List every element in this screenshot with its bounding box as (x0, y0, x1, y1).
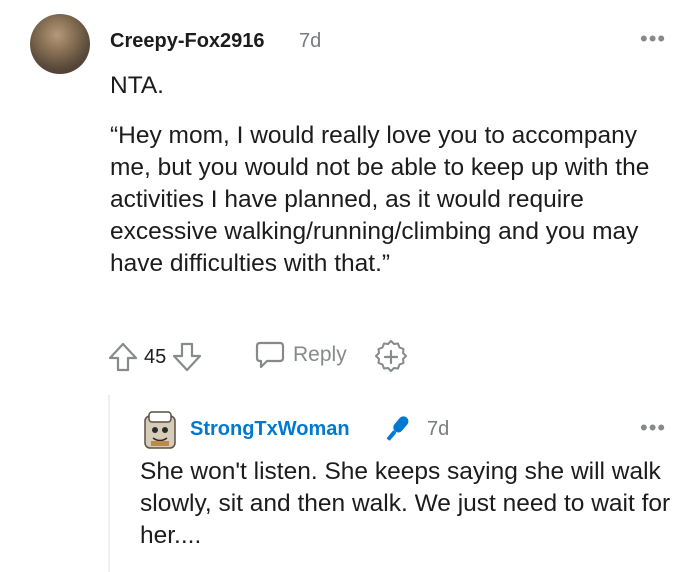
reply-label: Reply (293, 343, 347, 366)
microphone-icon (380, 412, 414, 451)
avatar[interactable] (30, 14, 90, 74)
comment-body-line1: NTA. (110, 72, 164, 99)
chat-bubble-icon (254, 340, 286, 370)
vote-count: 45 (144, 345, 167, 368)
comment-actions: 45 (106, 338, 204, 376)
downvote-icon[interactable] (170, 340, 204, 374)
upvote-icon[interactable] (106, 340, 140, 374)
reply-body: She won't listen. She keeps saying she w… (140, 458, 671, 549)
reply-more-options-icon[interactable]: ••• (640, 417, 666, 439)
comment-author[interactable]: Creepy-Fox2916 (110, 30, 265, 53)
comment-body-quote: “Hey mom, I would really love you to acc… (110, 122, 650, 277)
comment-timestamp[interactable]: 7d (299, 30, 321, 53)
reply-author[interactable]: StrongTxWoman (190, 418, 350, 441)
reply-timestamp[interactable]: 7d (427, 418, 449, 441)
award-plus-icon (375, 340, 407, 372)
award-button[interactable] (375, 340, 407, 377)
reply-button[interactable]: Reply (254, 340, 347, 370)
more-options-icon[interactable]: ••• (640, 28, 666, 50)
thread-line[interactable] (108, 395, 110, 572)
reply-avatar[interactable] (143, 410, 177, 450)
